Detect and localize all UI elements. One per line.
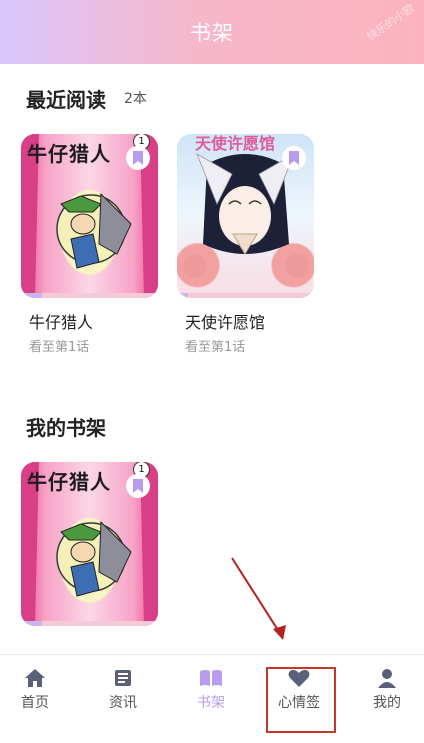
bookmark-button[interactable] <box>126 474 150 498</box>
read-progress-fill <box>21 293 42 298</box>
home-icon <box>25 669 45 687</box>
watermark: 快乐的小欧 <box>364 1 418 44</box>
reading-progress-text: 看至第1话 <box>29 340 90 355</box>
tab-profile[interactable]: 我的 <box>352 655 422 725</box>
bookmark-icon <box>289 151 299 165</box>
read-progress-fill <box>21 621 42 626</box>
bookmark-button[interactable] <box>282 146 306 170</box>
tab-label: 书架 <box>197 695 225 711</box>
recent-count: 2本 <box>124 91 147 107</box>
tab-label: 我的 <box>373 695 401 711</box>
read-progress-fill <box>177 293 188 298</box>
tab-bookshelf[interactable]: 书架 <box>176 655 246 725</box>
read-progress-bar <box>21 293 158 298</box>
read-progress-bar <box>177 293 314 298</box>
cover-title: 牛仔猎人 <box>27 142 111 166</box>
tab-label: 首页 <box>21 695 49 711</box>
top-bar: 书架 快乐的小欧 <box>0 0 424 64</box>
shelf-section-title: 我的书架 <box>26 416 106 440</box>
book-title[interactable]: 天使许愿馆 <box>185 309 265 333</box>
reading-progress-text: 看至第1话 <box>185 340 246 355</box>
annotation-highlight-box <box>266 667 336 733</box>
bookmark-button[interactable] <box>126 146 150 170</box>
cover-title: 天使许愿馆 <box>195 134 276 153</box>
book-title[interactable]: 牛仔猎人 <box>29 309 93 333</box>
bookmark-icon <box>133 151 143 165</box>
recent-section-title: 最近阅读 <box>26 88 106 112</box>
read-progress-bar <box>21 621 158 626</box>
bookmark-icon <box>133 479 143 493</box>
tab-news[interactable]: 资讯 <box>88 655 158 725</box>
shelf-book-cover[interactable]: 牛仔猎人 1 <box>21 462 158 626</box>
news-icon <box>115 670 131 686</box>
user-icon <box>378 669 396 688</box>
cover-title: 牛仔猎人 <box>27 470 111 494</box>
book-cover-cowboy-hunter[interactable]: 牛仔猎人 1 <box>21 134 158 298</box>
tab-label: 资讯 <box>109 695 137 711</box>
book-cover-angel-wish-house[interactable]: 天使许愿馆 <box>177 134 314 298</box>
book-icon <box>200 670 222 686</box>
tab-home[interactable]: 首页 <box>0 655 70 725</box>
bottom-tab-bar: 首页 资讯 书架 心情签 我的 <box>0 654 424 743</box>
page-title: 书架 <box>190 21 234 45</box>
